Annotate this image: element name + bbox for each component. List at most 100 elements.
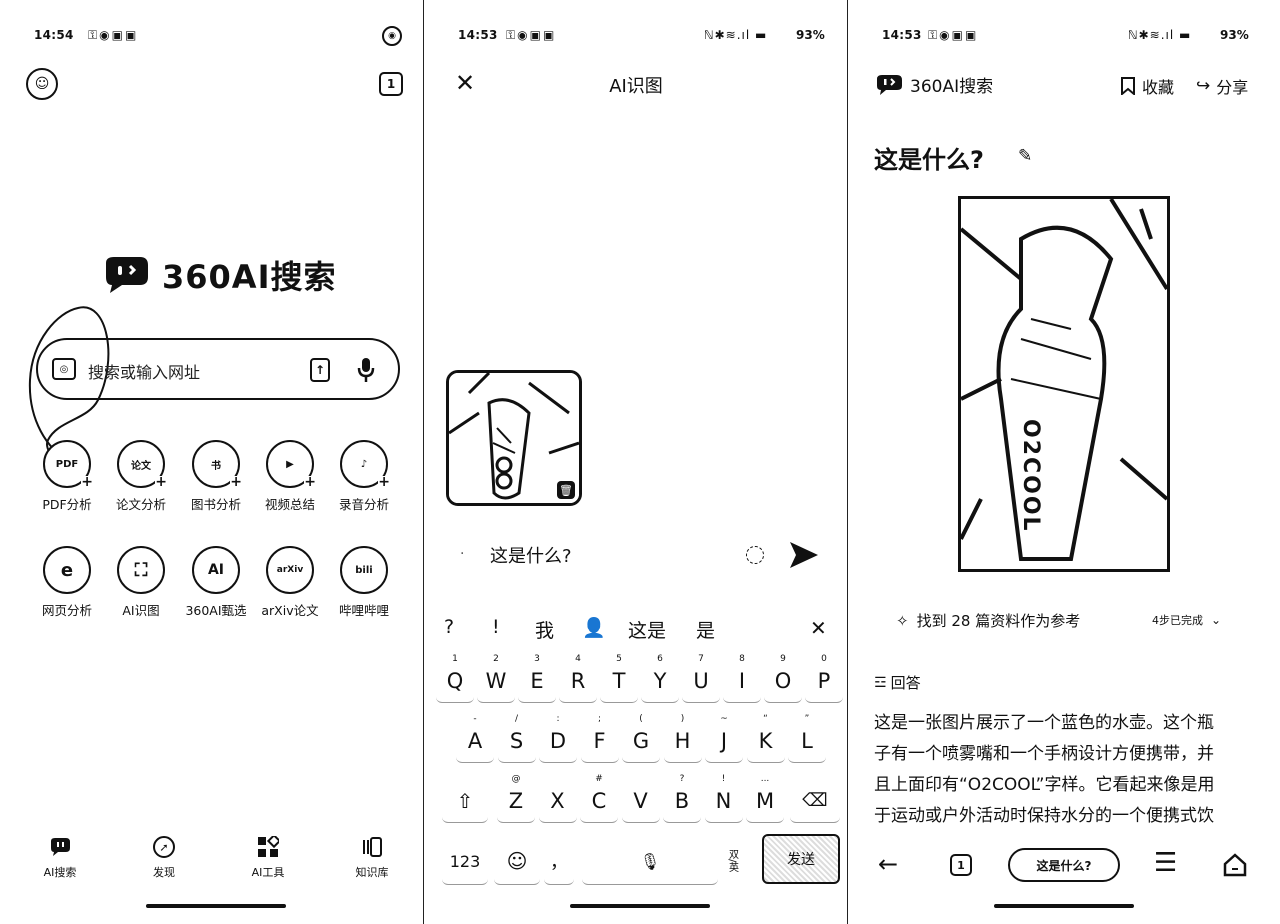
key-secondary-label: 2 (493, 654, 499, 664)
status-icons: ⚿◉▣▣ (506, 28, 557, 42)
key-w[interactable]: 2W (477, 654, 515, 703)
key-e[interactable]: 3E (518, 654, 556, 703)
video-icon: ▶ + (266, 440, 316, 489)
key-label: R (570, 669, 586, 693)
header-brand[interactable]: 360AI搜索 (874, 72, 993, 97)
camera-icon[interactable]: ◎ (52, 358, 76, 380)
steps-toggle[interactable]: 4步已完成 ⌄ (1152, 612, 1221, 628)
page-title: AI识图 (609, 76, 663, 97)
key-z[interactable]: @ Z (497, 774, 535, 823)
key-a[interactable]: -A (456, 714, 494, 763)
lang-switch-key[interactable]: 双/英 (720, 838, 744, 884)
tool-paper-analysis[interactable]: 论文 + 论文分析 (106, 440, 176, 513)
key-v[interactable]: V (621, 776, 660, 823)
home-indicator[interactable] (570, 904, 710, 908)
tool-ai-image-recognition[interactable]: ⛶ AI识图 (106, 546, 176, 619)
key-d[interactable]: :D (539, 714, 577, 763)
followup-pill-button[interactable]: 这是什么? (1008, 848, 1120, 882)
key-s[interactable]: / S (497, 714, 536, 763)
search-input[interactable]: 搜索或输入网址 (88, 359, 200, 383)
key-h[interactable]: ) H (663, 714, 702, 763)
upload-file-icon[interactable]: ↑ (310, 358, 330, 382)
question-image[interactable]: O2COOL (958, 196, 1170, 572)
tab-count-button[interactable]: 1 (950, 854, 972, 876)
nav-discover[interactable]: ➚ 发现 (129, 834, 199, 880)
key-y[interactable]: 6Y (641, 654, 679, 703)
emoji-key-icon[interactable]: ☺ (494, 838, 540, 885)
key-f[interactable]: ; F (580, 714, 619, 763)
tool-video-summary[interactable]: ▶ + 视频总结 (255, 440, 325, 513)
input-dot: · (460, 546, 465, 562)
punct-key[interactable]: ， (544, 838, 574, 885)
tool-audio-analysis[interactable]: ♪ + 录音分析 (329, 440, 399, 513)
tool-bilibili[interactable]: bili 哔哩哔哩 (329, 546, 399, 619)
suggestion-question[interactable]: ? (444, 616, 454, 638)
key-label: J (720, 729, 728, 753)
delete-icon[interactable]: 🗑 (557, 481, 575, 499)
suggestion-shi[interactable]: 是 (696, 616, 715, 643)
loading-icon (746, 546, 764, 564)
key-o[interactable]: 9O (764, 654, 802, 703)
menu-icon[interactable]: ☰ (1154, 850, 1177, 876)
space-key[interactable]: 🎙 (582, 838, 718, 885)
tool-360ai-selection[interactable]: AI 360AI甄选 (181, 546, 251, 619)
key-label: N (715, 789, 732, 813)
key-secondary-label: ! (721, 774, 726, 784)
key-g[interactable]: (G (622, 714, 660, 763)
back-arrow-icon[interactable]: ← (878, 850, 898, 878)
references-summary[interactable]: ✧ 找到 28 篇资料作为参考 (896, 610, 1080, 631)
share-button[interactable]: ↪ 分享 (1196, 74, 1248, 98)
tool-arxiv-papers[interactable]: arXiv arXiv论文 (255, 546, 325, 619)
query-input[interactable]: 这是什么? (490, 542, 572, 568)
key-m[interactable]: ... M (746, 774, 784, 823)
key-c[interactable]: # C (580, 774, 618, 823)
audio-icon: ♪ + (340, 440, 390, 489)
key-b[interactable]: ? B (663, 774, 701, 823)
collapse-suggestions-icon[interactable]: ✕ (810, 616, 827, 640)
shift-key-icon[interactable]: ⇧ (442, 776, 488, 823)
settings-icon[interactable]: ◉ (382, 26, 402, 46)
nav-ai-tools[interactable]: AI工具 (233, 834, 303, 880)
search-bar[interactable]: ◎ 搜索或输入网址 ↑ (36, 338, 400, 400)
brand-name: 360AI搜索 (910, 77, 994, 97)
numeric-key[interactable]: 123 (442, 838, 488, 885)
home-indicator[interactable] (146, 904, 286, 908)
send-icon[interactable] (788, 540, 820, 570)
emoji-suggestion-icon[interactable]: 👤 (582, 616, 606, 639)
key-x[interactable]: X (538, 776, 577, 823)
chevron-down-icon: ⌄ (1211, 613, 1222, 627)
suggestion-exclaim[interactable]: ! (492, 616, 500, 638)
key-j[interactable]: ~ J (705, 714, 743, 763)
key-q[interactable]: 1Q (436, 654, 474, 703)
key-r[interactable]: 4R (559, 654, 597, 703)
tool-pdf-analysis[interactable]: PDF + PDF分析 (32, 440, 102, 513)
key-i[interactable]: 8I (723, 654, 761, 703)
send-key[interactable]: 发送 (762, 834, 840, 884)
key-l[interactable]: ” L (788, 714, 826, 763)
backspace-key-icon[interactable]: ⌫ (790, 776, 840, 823)
bookmark-button[interactable]: 收藏 (1120, 74, 1174, 98)
sparkle-icon: ✧ (896, 611, 909, 630)
home-indicator[interactable] (994, 904, 1134, 908)
nav-knowledge-base[interactable]: 知识库 (337, 834, 407, 880)
uploaded-image-thumbnail[interactable]: 🗑 (446, 370, 582, 506)
home-icon[interactable] (1222, 852, 1248, 878)
microphone-icon[interactable] (356, 356, 376, 384)
tool-book-analysis[interactable]: 书 + 图书分析 (181, 440, 251, 513)
key-p[interactable]: 0P (805, 654, 843, 703)
tool-webpage-analysis[interactable]: e 网页分析 (32, 546, 102, 619)
avatar-icon[interactable]: ☺ (26, 68, 58, 100)
bilibili-icon: bili (340, 546, 388, 594)
suggestion-zheshi[interactable]: 这是 (628, 616, 666, 643)
tab-count-button[interactable]: 1 (379, 72, 403, 96)
nav-label: 知识库 (355, 866, 389, 879)
key-n[interactable]: ! N (704, 774, 743, 823)
key-t[interactable]: 5T (600, 654, 638, 703)
edit-icon[interactable]: ✎ (1018, 146, 1032, 166)
key-u[interactable]: 7U (682, 654, 720, 703)
key-k[interactable]: “K (746, 714, 785, 763)
question-heading: 这是什么? (874, 146, 984, 174)
suggestion-wo[interactable]: 我 (535, 616, 554, 643)
answer-line: 子有一个喷雾嘴和一个手柄设计方便携带，并 (874, 744, 1214, 764)
nav-ai-search[interactable]: AI搜索 (25, 834, 95, 880)
